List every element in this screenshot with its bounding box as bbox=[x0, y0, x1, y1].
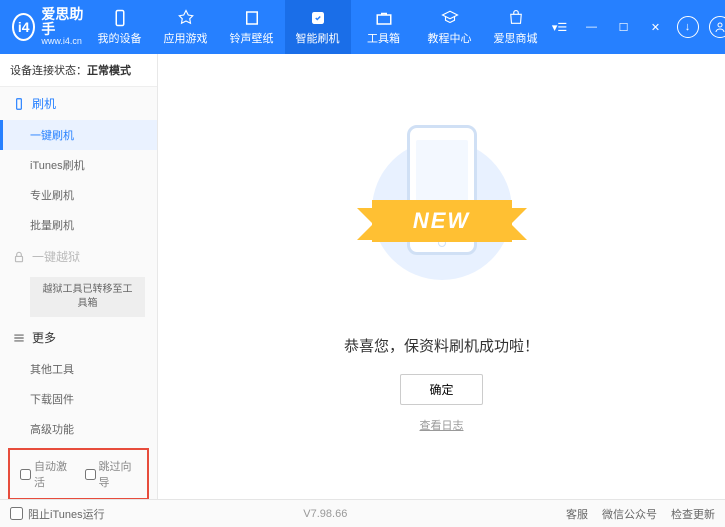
user-icon[interactable] bbox=[709, 16, 725, 38]
header: i4 爱思助手 www.i4.cn 我的设备 应用游戏 铃声壁纸 智能刷机 工具… bbox=[0, 0, 725, 54]
app-url: www.i4.cn bbox=[41, 37, 86, 47]
footer: 阻止iTunes运行 V7.98.66 客服 微信公众号 检查更新 bbox=[0, 499, 725, 527]
app-title: 爱思助手 bbox=[41, 7, 86, 38]
footer-link-support[interactable]: 客服 bbox=[566, 506, 588, 522]
footer-link-update[interactable]: 检查更新 bbox=[671, 506, 715, 522]
minimize-icon[interactable]: — bbox=[581, 16, 603, 38]
sidebar-item-pro[interactable]: 专业刷机 bbox=[0, 180, 157, 210]
section-jailbreak: 一键越狱 bbox=[0, 240, 157, 273]
main-content: NEW 恭喜您，保资料刷机成功啦！ 确定 查看日志 bbox=[158, 54, 725, 499]
tab-flash[interactable]: 智能刷机 bbox=[285, 0, 351, 54]
success-illustration: NEW bbox=[352, 120, 532, 320]
ok-button[interactable]: 确定 bbox=[400, 374, 482, 405]
nav-tabs: 我的设备 应用游戏 铃声壁纸 智能刷机 工具箱 教程中心 爱思商城 bbox=[87, 0, 549, 54]
skip-guide-checkbox[interactable]: 跳过向导 bbox=[85, 458, 138, 490]
options-box: 自动激活 跳过向导 bbox=[8, 448, 149, 499]
close-icon[interactable]: ✕ bbox=[645, 16, 667, 38]
tab-tools[interactable]: 工具箱 bbox=[351, 0, 417, 54]
footer-link-wechat[interactable]: 微信公众号 bbox=[602, 506, 657, 522]
section-flash[interactable]: 刷机 bbox=[0, 87, 157, 120]
block-itunes-checkbox[interactable]: 阻止iTunes运行 bbox=[10, 506, 105, 522]
section-more[interactable]: 更多 bbox=[0, 321, 157, 354]
sidebar-item-download[interactable]: 下载固件 bbox=[0, 384, 157, 414]
success-message: 恭喜您，保资料刷机成功啦！ bbox=[344, 335, 539, 356]
view-log-link[interactable]: 查看日志 bbox=[420, 417, 464, 433]
logo-icon: i4 bbox=[12, 13, 35, 41]
sidebar-item-advanced[interactable]: 高级功能 bbox=[0, 414, 157, 444]
sidebar-item-itunes[interactable]: iTunes刷机 bbox=[0, 150, 157, 180]
menu-icon[interactable]: ▾☰ bbox=[549, 16, 571, 38]
download-icon[interactable]: ↓ bbox=[677, 16, 699, 38]
maximize-icon[interactable]: ☐ bbox=[613, 16, 635, 38]
sidebar-item-batch[interactable]: 批量刷机 bbox=[0, 210, 157, 240]
ribbon-text: NEW bbox=[372, 200, 512, 242]
tab-my-device[interactable]: 我的设备 bbox=[87, 0, 153, 54]
jailbreak-notice: 越狱工具已转移至工具箱 bbox=[30, 277, 145, 317]
sidebar-item-other[interactable]: 其他工具 bbox=[0, 354, 157, 384]
auto-activate-checkbox[interactable]: 自动激活 bbox=[20, 458, 73, 490]
tab-apps[interactable]: 应用游戏 bbox=[153, 0, 219, 54]
version-label: V7.98.66 bbox=[303, 508, 347, 520]
tab-tutorials[interactable]: 教程中心 bbox=[417, 0, 483, 54]
connection-status: 设备连接状态：正常模式 bbox=[0, 54, 157, 87]
tab-shop[interactable]: 爱思商城 bbox=[483, 0, 549, 54]
sidebar-item-oneclick[interactable]: 一键刷机 bbox=[0, 120, 157, 150]
logo: i4 爱思助手 www.i4.cn bbox=[12, 7, 87, 48]
tab-ringtones[interactable]: 铃声壁纸 bbox=[219, 0, 285, 54]
sidebar: 设备连接状态：正常模式 刷机 一键刷机 iTunes刷机 专业刷机 批量刷机 一… bbox=[0, 54, 158, 499]
